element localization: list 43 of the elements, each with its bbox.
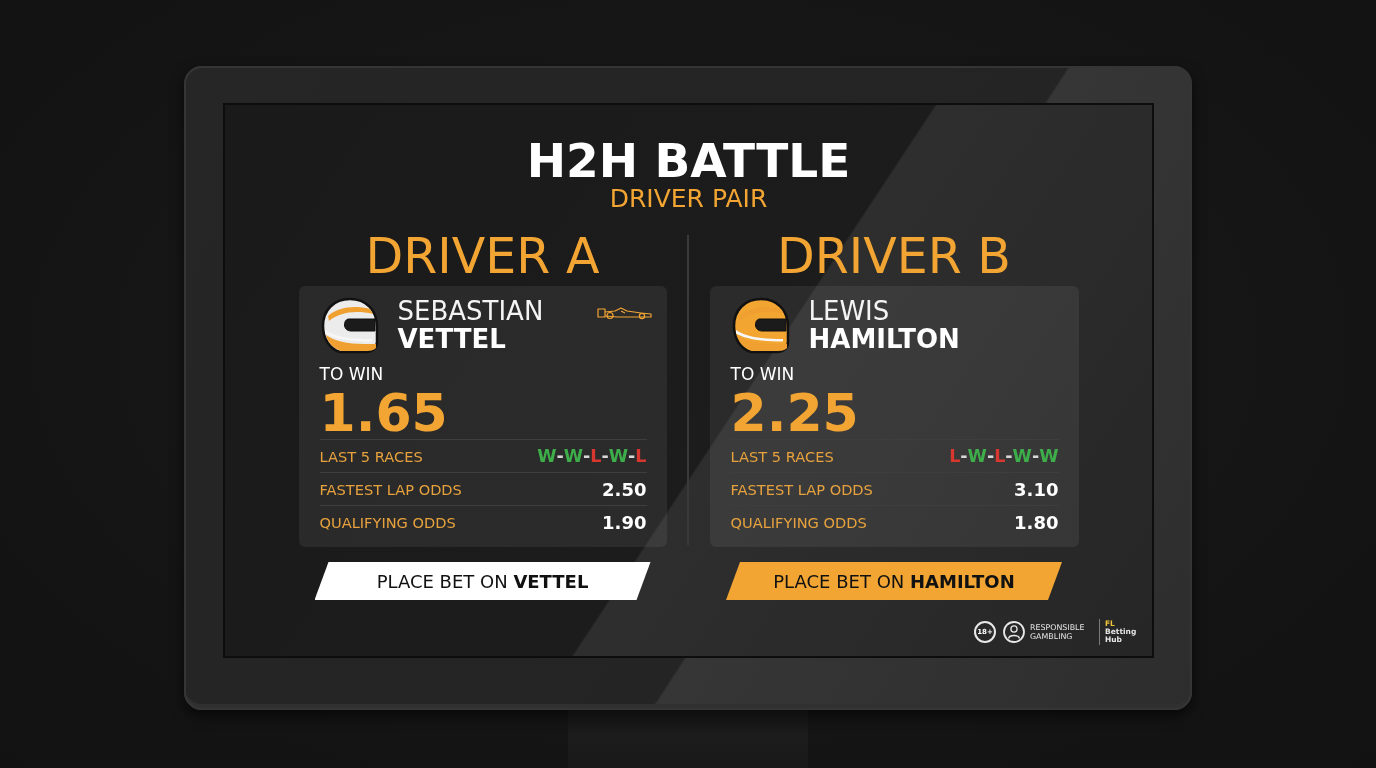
race-result: W [967, 446, 987, 466]
result-separator: - [1031, 446, 1040, 466]
race-result: L [590, 446, 602, 466]
result-separator: - [986, 446, 995, 466]
to-win-label: TO WIN [730, 366, 796, 383]
race-result: W [537, 446, 557, 466]
driver-last-name: HAMILTON [808, 325, 960, 353]
driver-heading: DRIVER A [365, 232, 600, 281]
result-separator: - [1005, 446, 1013, 466]
page-title: H2H BATTLE [526, 137, 851, 184]
stat-label: LAST 5 RACES [730, 447, 834, 465]
driver-heading: DRIVER B [777, 232, 1011, 281]
stat-label: FASTEST LAP ODDS [730, 480, 873, 498]
race-result: W [563, 446, 584, 466]
driver-last-name: VETTEL [397, 325, 507, 353]
place-bet-button[interactable]: PLACE BET ON VETTEL [314, 562, 651, 600]
race-result: W [1039, 446, 1059, 466]
stat-label: QUALIFYING ODDS [319, 513, 456, 531]
race-result: L [994, 446, 1006, 466]
race-result: W [1012, 446, 1032, 466]
stat-value: 1.90 [602, 511, 647, 533]
to-win-odds: 2.25 [730, 387, 860, 439]
stat-label: FASTEST LAP ODDS [319, 480, 462, 498]
race-result: L [635, 446, 647, 466]
driver-first-name: SEBASTIAN [397, 298, 544, 326]
person-circle-icon [1003, 621, 1025, 643]
stat-label: LAST 5 RACES [319, 447, 423, 465]
race-result: W [608, 446, 629, 466]
result-separator: - [601, 446, 609, 466]
driver-first-name: LEWIS [808, 298, 891, 326]
race-result: L [949, 446, 961, 466]
result-separator: - [628, 446, 636, 466]
stat-value: 1.80 [1014, 511, 1059, 533]
result-separator: - [583, 446, 591, 466]
stat-value: 3.10 [1014, 478, 1059, 500]
result-separator: - [960, 446, 968, 466]
to-win-odds: 1.65 [319, 387, 449, 439]
stat-value: 2.50 [602, 478, 647, 500]
to-win-label: TO WIN [319, 366, 385, 383]
stat-label: QUALIFYING ODDS [730, 513, 867, 531]
page-subtitle: DRIVER PAIR [609, 186, 768, 211]
place-bet-button[interactable]: PLACE BET ON HAMILTON [726, 562, 1062, 600]
result-separator: - [556, 446, 564, 466]
